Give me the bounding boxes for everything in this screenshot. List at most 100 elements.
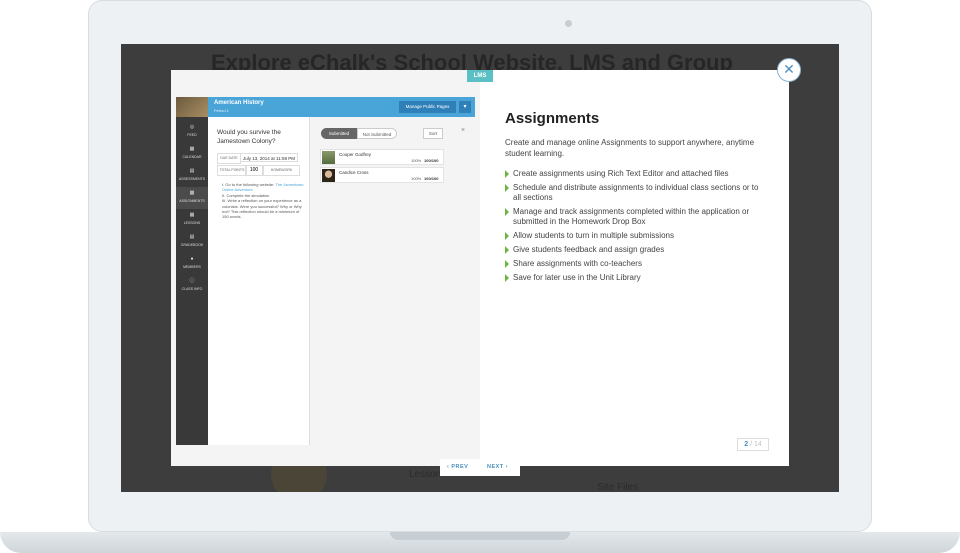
list-item: Create assignments using Rich Text Edito… [505, 169, 767, 179]
assignments-icon: ▩ [189, 190, 195, 196]
prev-button[interactable]: ‹ PREV [447, 464, 468, 470]
caret-right-icon [505, 208, 509, 216]
background-text: Site Files [597, 482, 639, 492]
caret-right-icon [505, 232, 509, 240]
list-item-text: Save for later use in the Unit Library [513, 273, 641, 282]
list-item: Manage and track assignments completed w… [505, 207, 767, 227]
class-title: American History [214, 100, 264, 106]
camera-icon [565, 20, 572, 27]
student-score: 100/100 [424, 176, 439, 181]
lessons-icon: ▦ [189, 212, 195, 218]
assignment-steps: I. Go to the following website: The Jame… [222, 182, 304, 220]
due-date-label: DUE DATE [217, 153, 241, 164]
caret-right-icon [505, 246, 509, 254]
lms-tag: LMS [467, 70, 493, 82]
step-text: III. Write a reflection on your experien… [222, 198, 302, 220]
student-name: Candice Cross [339, 170, 369, 175]
list-item: Schedule and distribute assignments to i… [505, 183, 767, 203]
avatar [322, 169, 335, 182]
avatar [322, 151, 335, 164]
app-header: American History Period 1 Manage Public … [176, 97, 475, 117]
prev-label: PREV [451, 464, 469, 470]
sidebar-item-assignments: ▩ ASSIGNMENTS [176, 187, 208, 209]
caret-right-icon [505, 274, 509, 282]
manage-public-pages-button: Manage Public Pages [399, 101, 456, 113]
sidebar-item-label: ASSESSMENTS [178, 177, 206, 181]
sidebar-item-label: FEED [187, 133, 197, 137]
chevron-right-icon: › [505, 464, 509, 470]
feature-content: Assignments Create and manage online Ass… [480, 70, 789, 466]
page-total: / 14 [750, 441, 762, 448]
calendar-icon: ▦ [189, 146, 195, 152]
step-text: I. Go to the following website: [222, 182, 276, 187]
student-score: 100/100 [424, 158, 439, 163]
gradebook-icon: ▤ [189, 234, 195, 240]
page-indicator: 2 / 14 [737, 438, 769, 451]
next-button[interactable]: NEXT › [487, 464, 508, 470]
sidebar-item-calendar: ▦ CALENDAR [176, 143, 208, 165]
chevron-left-icon: ‹ [447, 464, 450, 470]
class-period: Period 1 [214, 108, 229, 113]
close-button[interactable]: ✕ [777, 58, 801, 82]
close-icon: ✕ [783, 61, 795, 77]
members-icon: ● [190, 256, 194, 262]
submissions-panel: Submitted Not Submitted Sort × Cooper Go… [309, 117, 476, 445]
student-percent: 100% [411, 176, 422, 181]
assignment-type: HOMEWORK [263, 165, 300, 176]
step-item: III. Write a reflection on your experien… [222, 198, 304, 220]
student-name: Cooper Godfrey [339, 152, 372, 157]
background-text: Lesson [409, 469, 442, 480]
list-item-text: Create assignments using Rich Text Edito… [513, 169, 729, 178]
step-item: I. Go to the following website: The Jame… [222, 182, 304, 193]
next-label: NEXT [487, 464, 504, 470]
slide-nav: ‹ PREV NEXT › [440, 459, 520, 476]
feature-title: Assignments [505, 110, 600, 127]
due-date-value: July 13, 2014 at 11:59 PM [240, 153, 298, 162]
tab-submitted: Submitted [321, 128, 357, 139]
total-points-value: 100 [245, 165, 263, 176]
student-row: Candice Cross 100% 100/100 [320, 167, 444, 183]
assessments-icon: ▤ [189, 168, 195, 174]
sidebar-item-gradebook: ▤ GRADEBOOK [176, 231, 208, 253]
list-item-text: Share assignments with co-teachers [513, 259, 642, 268]
laptop-notch [390, 532, 570, 540]
class-thumbnail [176, 97, 208, 117]
chevron-down-icon: ▾ [459, 101, 471, 113]
assignment-question: Would you survive the Jamestown Colony? [217, 129, 281, 145]
sidebar-item-assessments: ▤ ASSESSMENTS [176, 165, 208, 187]
app-sidebar: ◎ FEED ▦ CALENDAR ▤ ASSESSMENTS ▩ ASSIGNMENT… [176, 117, 208, 445]
caret-right-icon [505, 260, 509, 268]
step-text: II. Complete the simulation [222, 192, 270, 198]
list-item-text: Manage and track assignments completed w… [513, 207, 750, 226]
list-item-text: Give students feedback and assign grades [513, 245, 665, 254]
total-points-label: TOTAL POINTS [217, 165, 247, 176]
list-item: Allow students to turn in multiple submi… [505, 231, 767, 241]
assignment-detail: Would you survive the Jamestown Colony? … [208, 117, 309, 445]
sort-button: Sort [423, 128, 443, 139]
sidebar-item-members: ● MEMBERS [176, 253, 208, 275]
info-icon: ⓘ [189, 278, 195, 284]
caret-right-icon [505, 184, 509, 192]
product-screenshot: American History Period 1 Manage Public … [171, 70, 480, 466]
feature-description: Create and manage online Assignments to … [505, 138, 755, 158]
list-item-text: Schedule and distribute assignments to i… [513, 183, 759, 202]
sidebar-item-feed: ◎ FEED [176, 121, 208, 143]
tab-not-submitted: Not Submitted [357, 128, 397, 139]
feed-icon: ◎ [189, 124, 195, 130]
caret-right-icon [505, 170, 509, 178]
sidebar-item-label: LESSONS [183, 221, 201, 225]
sidebar-item-label: CALENDAR [182, 155, 202, 159]
list-item: Share assignments with co-teachers [505, 259, 767, 269]
page-current: 2 [744, 441, 749, 448]
sidebar-item-label: MEMBERS [183, 265, 201, 269]
sidebar-item-class-info: ⓘ CLASS INFO [176, 275, 208, 297]
sidebar-item-label: GRADEBOOK [180, 243, 204, 247]
sidebar-item-label: ASSIGNMENTS [179, 199, 205, 203]
list-item: Give students feedback and assign grades [505, 245, 767, 255]
feature-list: Create assignments using Rich Text Edito… [505, 169, 767, 287]
sidebar-item-lessons: ▦ LESSONS [176, 209, 208, 231]
sidebar-item-label: CLASS INFO [181, 287, 203, 291]
close-icon: × [461, 127, 466, 134]
student-percent: 100% [411, 158, 422, 163]
student-row: Cooper Godfrey 100% 100/100 [320, 149, 444, 165]
